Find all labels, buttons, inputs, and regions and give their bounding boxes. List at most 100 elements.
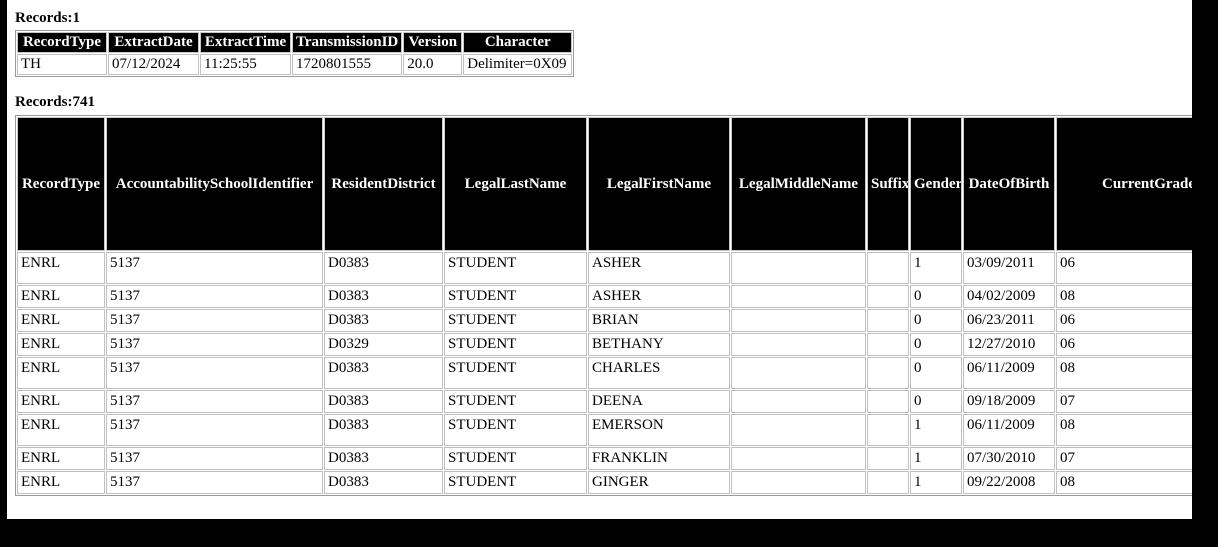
cell-residentdistrict: D0383 (324, 390, 443, 413)
cell-recordtype: TH (17, 54, 107, 75)
table-row: TH 07/12/2024 11:25:55 1720801555 20.0 Delimi… (17, 54, 573, 75)
cell-legalmiddlename (731, 471, 866, 494)
cell-legalfirstname: EMERSON (588, 414, 730, 446)
col-recordtype: RecordType (17, 117, 105, 251)
cell-currentgradelevel: 08 (1056, 471, 1192, 494)
table-row: ENRL 5137 D0383 STUDENT DEENA 0 09/18/2009 07 (17, 390, 1192, 413)
cell-legallastname: STUDENT (444, 390, 587, 413)
cell-recordtype: ENRL (17, 309, 105, 332)
table-row: ENRL 5137 D0383 STUDENT FRANKLIN 1 07/30/2010 0… (17, 447, 1192, 470)
cell-legalmiddlename (731, 357, 866, 389)
table-row: ENRL 5137 D0383 STUDENT ASHER 0 04/02/2009 08 (17, 285, 1192, 308)
table-row: ENRL 5137 D0383 STUDENT EMERSON 1 06/11/2009 08 (17, 414, 1192, 446)
cell-legalfirstname: GINGER (588, 471, 730, 494)
enrollment-detail-table: RecordType AccountabilitySchoolIdentifier… (15, 115, 1192, 496)
cell-legalmiddlename (731, 252, 866, 284)
cell-residentdistrict: D0383 (324, 252, 443, 284)
cell-dateofbirth: 09/22/2008 (963, 471, 1055, 494)
cell-dateofbirth: 03/09/2011 (963, 252, 1055, 284)
cell-currentgradelevel: 06 (1056, 333, 1192, 356)
cell-gender: 0 (910, 309, 962, 332)
col-legalmiddlename: LegalMiddleName (731, 117, 866, 251)
cell-currentgradelevel: 07 (1056, 390, 1192, 413)
cell-legallastname: STUDENT (444, 285, 587, 308)
col-recordtype: RecordType (17, 32, 107, 53)
cell-legallastname: STUDENT (444, 357, 587, 389)
table-row: ENRL 5137 D0329 STUDENT BETHANY 0 12/27/2010 06 (17, 333, 1192, 356)
col-accountabilityschoolidentifier: AccountabilitySchoolIdentifier (106, 117, 323, 251)
cell-accountabilityschoolidentifier: 5137 (106, 285, 323, 308)
table-row: ENRL 5137 D0383 STUDENT BRIAN 0 06/23/2011 06 (17, 309, 1192, 332)
cell-dateofbirth: 06/11/2009 (963, 414, 1055, 446)
document-frame: Records:1 RecordType ExtractDate ExtractTi… (0, 0, 1218, 547)
transmission-header-table: RecordType ExtractDate ExtractTime Transmis… (15, 30, 575, 77)
cell-suffix (867, 252, 909, 284)
header-records-count-label: Records:1 (15, 10, 80, 26)
cell-legallastname: STUDENT (444, 414, 587, 446)
cell-recordtype: ENRL (17, 252, 105, 284)
cell-recordtype: ENRL (17, 447, 105, 470)
col-transmissionid: TransmissionID (292, 32, 403, 53)
cell-accountabilityschoolidentifier: 5137 (106, 414, 323, 446)
cell-residentdistrict: D0329 (324, 333, 443, 356)
cell-legalmiddlename (731, 447, 866, 470)
col-suffix: Suffix (867, 117, 909, 251)
cell-dateofbirth: 07/30/2010 (963, 447, 1055, 470)
cell-accountabilityschoolidentifier: 5137 (106, 309, 323, 332)
cell-extracttime: 11:25:55 (200, 54, 291, 75)
cell-legallastname: STUDENT (444, 309, 587, 332)
col-currentgradelevel: CurrentGradeLevel (1056, 117, 1192, 251)
cell-currentgradelevel: 08 (1056, 357, 1192, 389)
cell-accountabilityschoolidentifier: 5137 (106, 471, 323, 494)
cell-suffix (867, 357, 909, 389)
report-page: Records:1 RecordType ExtractDate ExtractTi… (7, 0, 1192, 519)
cell-legalfirstname: DEENA (588, 390, 730, 413)
header-table-body: TH 07/12/2024 11:25:55 1720801555 20.0 Delimi… (17, 54, 573, 75)
cell-currentgradelevel: 06 (1056, 309, 1192, 332)
cell-gender: 1 (910, 447, 962, 470)
cell-character: Delimiter=0X09 (463, 54, 573, 75)
cell-recordtype: ENRL (17, 390, 105, 413)
col-dateofbirth: DateOfBirth (963, 117, 1055, 251)
cell-dateofbirth: 06/23/2011 (963, 309, 1055, 332)
cell-legalfirstname: BRIAN (588, 309, 730, 332)
cell-residentdistrict: D0383 (324, 309, 443, 332)
cell-suffix (867, 390, 909, 413)
cell-gender: 0 (910, 357, 962, 389)
cell-legallastname: STUDENT (444, 447, 587, 470)
cell-suffix (867, 414, 909, 446)
cell-suffix (867, 333, 909, 356)
detail-records-count-label: Records:741 (15, 94, 95, 110)
cell-dateofbirth: 12/27/2010 (963, 333, 1055, 356)
cell-legalfirstname: ASHER (588, 285, 730, 308)
cell-gender: 0 (910, 285, 962, 308)
cell-gender: 1 (910, 252, 962, 284)
cell-accountabilityschoolidentifier: 5137 (106, 252, 323, 284)
cell-legallastname: STUDENT (444, 471, 587, 494)
cell-residentdistrict: D0383 (324, 357, 443, 389)
cell-currentgradelevel: 06 (1056, 252, 1192, 284)
cell-recordtype: ENRL (17, 285, 105, 308)
cell-accountabilityschoolidentifier: 5137 (106, 357, 323, 389)
cell-residentdistrict: D0383 (324, 285, 443, 308)
col-extracttime: ExtractTime (200, 32, 291, 53)
cell-recordtype: ENRL (17, 471, 105, 494)
cell-legalmiddlename (731, 333, 866, 356)
cell-legallastname: STUDENT (444, 252, 587, 284)
cell-recordtype: ENRL (17, 357, 105, 389)
cell-legalfirstname: CHARLES (588, 357, 730, 389)
cell-suffix (867, 285, 909, 308)
cell-transmissionid: 1720801555 (292, 54, 403, 75)
cell-legalfirstname: FRANKLIN (588, 447, 730, 470)
table-row: ENRL 5137 D0383 STUDENT ASHER 1 03/09/2011 06 (17, 252, 1192, 284)
cell-legallastname: STUDENT (444, 333, 587, 356)
cell-accountabilityschoolidentifier: 5137 (106, 333, 323, 356)
cell-recordtype: ENRL (17, 333, 105, 356)
cell-residentdistrict: D0383 (324, 414, 443, 446)
cell-dateofbirth: 06/11/2009 (963, 357, 1055, 389)
col-character: Character (463, 32, 573, 53)
cell-suffix (867, 309, 909, 332)
col-legalfirstname: LegalFirstName (588, 117, 730, 251)
cell-legalfirstname: ASHER (588, 252, 730, 284)
cell-version: 20.0 (403, 54, 463, 75)
